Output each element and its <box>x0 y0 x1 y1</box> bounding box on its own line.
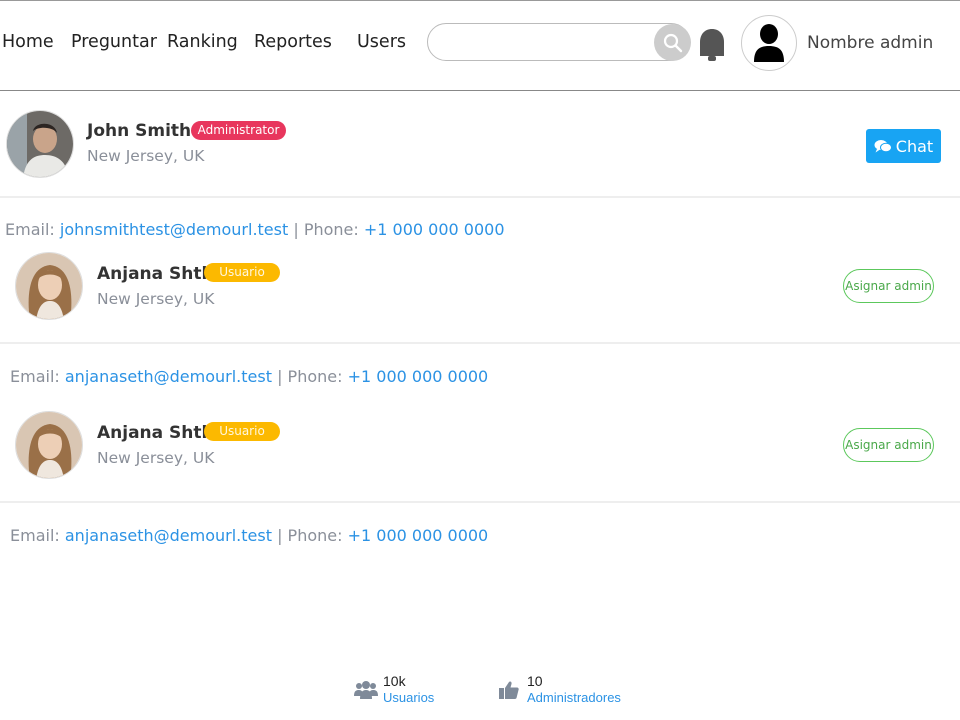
top-navbar: Home Preguntar Ranking Reportes Users No… <box>0 1 960 91</box>
notification-bell-icon[interactable] <box>696 26 728 62</box>
nav-users-link[interactable]: Users <box>357 32 406 52</box>
search-icon <box>663 33 682 52</box>
assign-admin-button[interactable]: Asignar admin <box>843 269 934 303</box>
phone-link[interactable]: +1 000 000 0000 <box>348 367 489 386</box>
users-icon <box>354 681 378 699</box>
divider <box>0 196 960 198</box>
user-avatar <box>15 252 83 320</box>
email-label: Email: <box>10 526 60 545</box>
user-silhouette-icon <box>754 24 784 62</box>
user-contact-line: Email: anjanaseth@demourl.test | Phone: … <box>10 526 488 545</box>
email-label: Email: <box>10 367 60 386</box>
chat-button[interactable]: Chat <box>866 129 941 163</box>
phone-label: Phone: <box>287 367 343 386</box>
admin-name[interactable]: Nombre admin <box>807 33 933 53</box>
profile-contact-line: Email: johnsmithtest@demourl.test | Phon… <box>5 220 505 239</box>
phone-link[interactable]: +1 000 000 0000 <box>364 220 505 239</box>
administrator-badge: Administrator <box>191 121 286 140</box>
admin-avatar[interactable] <box>741 15 797 71</box>
separator: | <box>277 367 283 386</box>
separator: | <box>277 526 283 545</box>
user-location: New Jersey, UK <box>97 449 215 467</box>
phone-label: Phone: <box>303 220 359 239</box>
divider <box>0 501 960 503</box>
chat-bubbles-icon <box>874 140 892 153</box>
thumbs-up-icon <box>499 681 519 699</box>
email-label: Email: <box>5 220 55 239</box>
nav-preguntar-link[interactable]: Preguntar <box>71 32 157 52</box>
nav-reportes-link[interactable]: Reportes <box>254 32 332 52</box>
user-contact-line: Email: anjanaseth@demourl.test | Phone: … <box>10 367 488 386</box>
users-label[interactable]: Usuarios <box>383 690 434 706</box>
divider <box>0 342 960 344</box>
profile-avatar <box>6 110 74 178</box>
chat-button-label: Chat <box>895 136 934 156</box>
phone-link[interactable]: +1 000 000 0000 <box>348 526 489 545</box>
nav-home-link[interactable]: Home <box>2 32 54 52</box>
user-name: Anjana Shth <box>97 423 214 443</box>
user-name: Anjana Shth <box>97 264 214 284</box>
admins-stat: 10 Administradores <box>499 672 621 706</box>
email-link[interactable]: johnsmithtest@demourl.test <box>60 220 288 239</box>
usuario-badge: Usuario <box>204 422 280 441</box>
profile-location: New Jersey, UK <box>87 147 205 165</box>
usuario-badge: Usuario <box>204 263 280 282</box>
email-link[interactable]: anjanaseth@demourl.test <box>65 367 272 386</box>
user-location: New Jersey, UK <box>97 290 215 308</box>
users-count: 10k <box>383 673 406 689</box>
search-button[interactable] <box>654 24 691 61</box>
nav-ranking-link[interactable]: Ranking <box>167 32 238 52</box>
admins-count: 10 <box>527 673 543 689</box>
separator: | <box>293 220 299 239</box>
admins-label[interactable]: Administradores <box>527 690 621 706</box>
email-link[interactable]: anjanaseth@demourl.test <box>65 526 272 545</box>
phone-label: Phone: <box>287 526 343 545</box>
assign-admin-button[interactable]: Asignar admin <box>843 428 934 462</box>
search-input[interactable] <box>427 23 690 61</box>
profile-name: John Smith <box>87 121 192 141</box>
users-stat: 10k Usuarios <box>354 672 434 706</box>
user-avatar <box>15 411 83 479</box>
